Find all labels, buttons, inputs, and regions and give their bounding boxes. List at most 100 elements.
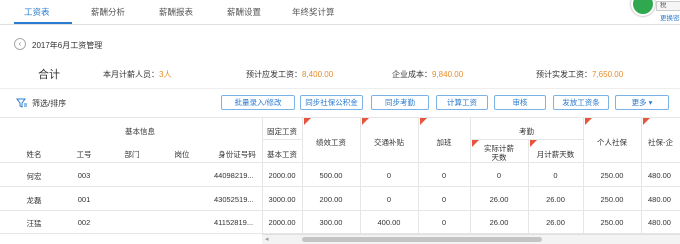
header-position[interactable]: 岗位: [162, 149, 202, 160]
summary-bar: 合计 本月计薪人员：3人 预计应发工资：8,400.00 企业成本：9,840.…: [0, 62, 680, 84]
top-nav: 工资表 薪酬分析 薪酬报表 薪酬设置 年终奖计算 税 更换密码: [0, 0, 680, 25]
tab-year-end-bonus[interactable]: 年终奖计算: [292, 6, 335, 18]
cell-id[interactable]: 001: [64, 195, 104, 204]
page-title: 2017年6月工资管理: [32, 41, 103, 50]
cell-perf[interactable]: 300.00: [302, 218, 360, 227]
cell-actual-days[interactable]: 26.00: [470, 218, 528, 227]
header-traffic[interactable]: 交通补贴: [360, 137, 418, 148]
cell-base[interactable]: 3000.00: [262, 195, 302, 204]
scrollbar-thumb[interactable]: [302, 237, 542, 242]
edit-marker-icon: [643, 118, 650, 125]
horizontal-scrollbar[interactable]: ◂: [262, 234, 680, 244]
summary-actual: 预计实发工资：7,650.00: [536, 69, 623, 80]
cell-idcard[interactable]: 44098219...: [214, 171, 262, 180]
summary-payable-label: 预计应发工资：: [246, 70, 302, 79]
review-button[interactable]: 审核: [494, 95, 546, 110]
cell-idcard[interactable]: 43052519...: [214, 195, 262, 204]
header-idcard[interactable]: 身份证号码: [212, 149, 262, 160]
row-divider: [0, 210, 680, 211]
cell-month-days[interactable]: 0: [528, 171, 583, 180]
cell-name[interactable]: 龙磊: [14, 195, 54, 206]
header-personal-ss[interactable]: 个人社保: [583, 137, 641, 148]
header-divider: [0, 162, 680, 163]
summary-people-label: 本月计薪人员：: [103, 70, 159, 79]
sync-social-security-button[interactable]: 同步社保公积金: [300, 95, 363, 110]
group-divider: [470, 139, 583, 140]
cell-overtime[interactable]: 0: [418, 218, 470, 227]
avatar[interactable]: [631, 0, 655, 16]
cell-company-ss[interactable]: 480.00: [648, 218, 680, 227]
summary-actual-value: 7,650.00: [592, 70, 624, 79]
summary-people: 本月计薪人员：3人: [103, 69, 171, 80]
cell-name[interactable]: 汪猛: [14, 218, 54, 229]
cell-perf[interactable]: 500.00: [302, 171, 360, 180]
filter-icon[interactable]: [16, 97, 28, 109]
send-payslip-button[interactable]: 发放工资条: [553, 95, 609, 110]
cell-personal-ss[interactable]: 250.00: [583, 218, 641, 227]
tab-salary-report[interactable]: 薪酬报表: [159, 6, 193, 18]
cell-personal-ss[interactable]: 250.00: [583, 195, 641, 204]
cell-traffic[interactable]: 400.00: [360, 218, 418, 227]
divider: [0, 88, 680, 89]
row-divider: [0, 186, 680, 187]
edit-marker-icon: [362, 118, 369, 125]
cell-actual-days[interactable]: 0: [470, 171, 528, 180]
summary-payable: 预计应发工资：8,400.00: [246, 69, 333, 80]
cell-idcard[interactable]: 41152819...: [214, 218, 262, 227]
edit-marker-icon: [530, 140, 537, 147]
cell-month-days[interactable]: 26.00: [528, 195, 583, 204]
cell-actual-days[interactable]: 26.00: [470, 195, 528, 204]
table-border: [0, 117, 680, 118]
salary-table: 基本信息 固定工资 考勤 姓名 工号 部门 岗位 身份证号码 基本工资 绩效工资…: [0, 117, 680, 234]
batch-edit-button[interactable]: 批量录入/修改: [221, 95, 295, 110]
cell-month-days[interactable]: 26.00: [528, 218, 583, 227]
cell-personal-ss[interactable]: 250.00: [583, 171, 641, 180]
toolbar: 筛选/排序 批量录入/修改 同步社保公积金 同步考勤 计算工资 审核 发放工资条…: [0, 94, 680, 112]
summary-cost: 企业成本：9,840.00: [392, 69, 463, 80]
change-password-link[interactable]: 更换密码: [660, 12, 680, 22]
header-name[interactable]: 姓名: [14, 149, 54, 160]
summary-cost-value: 9,840.00: [432, 70, 464, 79]
header-performance[interactable]: 绩效工资: [302, 137, 360, 148]
header-id[interactable]: 工号: [64, 149, 104, 160]
header-actual-days[interactable]: 实际计薪天数: [481, 144, 517, 162]
calculate-salary-button[interactable]: 计算工资: [436, 95, 488, 110]
filter-sort-label[interactable]: 筛选/排序: [32, 98, 66, 109]
header-dept[interactable]: 部门: [112, 149, 152, 160]
edit-marker-icon: [585, 118, 592, 125]
summary-total-label: 合计: [38, 69, 60, 81]
tab-salary-analysis[interactable]: 薪酬分析: [91, 6, 125, 18]
cell-id[interactable]: 003: [64, 171, 104, 180]
header-overtime[interactable]: 加班: [418, 137, 470, 148]
summary-payable-value: 8,400.00: [302, 70, 334, 79]
more-button[interactable]: 更多 ▾: [615, 95, 669, 110]
cell-company-ss[interactable]: 480.00: [648, 195, 680, 204]
group-header-attendance: 考勤: [519, 127, 534, 136]
scroll-left-icon[interactable]: ◂: [265, 235, 269, 243]
tab-salary-settings[interactable]: 薪酬设置: [227, 6, 261, 18]
cell-overtime[interactable]: 0: [418, 195, 470, 204]
header-company-ss[interactable]: 社保-企: [648, 137, 680, 148]
edit-marker-icon: [304, 118, 311, 125]
cell-perf[interactable]: 200.00: [302, 195, 360, 204]
cell-traffic[interactable]: 0: [360, 195, 418, 204]
back-circle-icon[interactable]: ‹: [14, 38, 26, 50]
header-base-salary[interactable]: 基本工资: [262, 149, 302, 160]
cell-base[interactable]: 2000.00: [262, 218, 302, 227]
edit-marker-icon: [472, 140, 479, 147]
tab-salary-sheet[interactable]: 工资表: [24, 6, 50, 18]
active-tab-indicator: [14, 22, 72, 24]
summary-people-value: 3人: [159, 70, 172, 79]
user-tag[interactable]: 税: [656, 1, 680, 11]
cell-name[interactable]: 何宏: [14, 171, 54, 182]
cell-overtime[interactable]: 0: [418, 171, 470, 180]
cell-base[interactable]: 2000.00: [262, 171, 302, 180]
cell-company-ss[interactable]: 480.00: [648, 171, 680, 180]
summary-actual-label: 预计实发工资：: [536, 70, 592, 79]
cell-traffic[interactable]: 0: [360, 171, 418, 180]
summary-cost-label: 企业成本：: [392, 70, 432, 79]
header-month-days[interactable]: 月计薪天数: [528, 149, 583, 160]
sync-attendance-button[interactable]: 同步考勤: [371, 95, 429, 110]
group-header-fixed: 固定工资: [267, 127, 297, 136]
cell-id[interactable]: 002: [64, 218, 104, 227]
